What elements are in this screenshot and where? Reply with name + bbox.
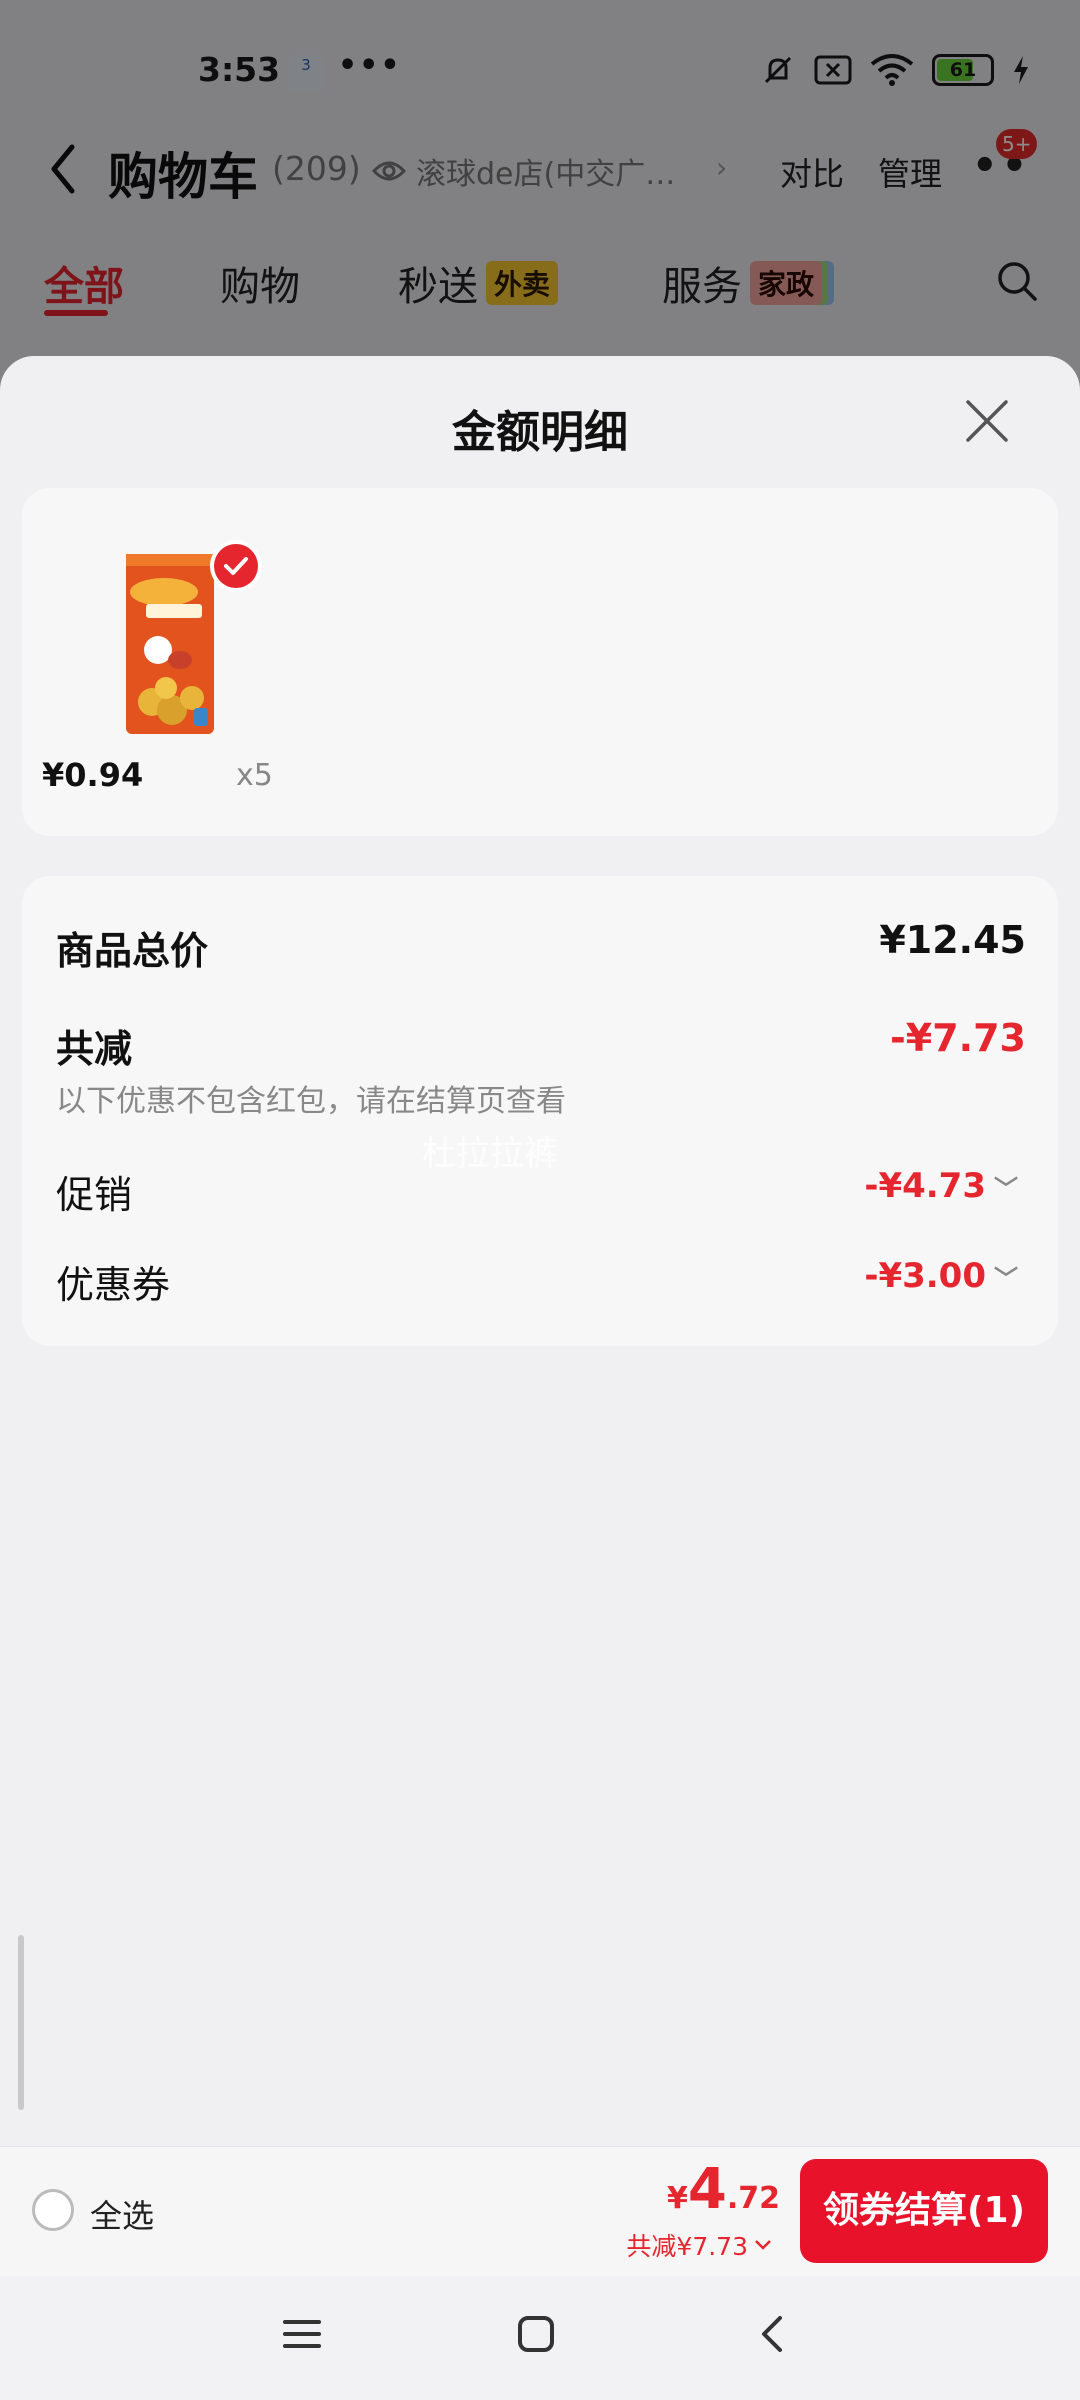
coupon-row[interactable]: -¥3.00 ﹀ — [864, 1256, 1018, 1296]
scrollbar[interactable] — [18, 1935, 24, 2110]
checkout-button[interactable]: 领券结算(1) — [800, 2159, 1048, 2263]
chevron-down-icon: ﹀ — [994, 1264, 1018, 1293]
promotion-row[interactable]: -¥4.73 ﹀ — [864, 1166, 1018, 1206]
chevron-down-icon — [755, 2240, 771, 2250]
promotion-value: -¥4.73 — [864, 1166, 986, 1206]
discount-value: -¥7.73 — [890, 1016, 1026, 1060]
product-selected-checkbox[interactable] — [214, 544, 258, 588]
promotion-label: 促销 — [56, 1173, 133, 1217]
checkmark-icon — [224, 557, 248, 575]
back-nav-icon[interactable] — [756, 2314, 786, 2354]
total-payable: ¥ 4 .72 — [667, 2157, 780, 2222]
home-icon[interactable] — [516, 2314, 556, 2354]
menu-icon[interactable] — [282, 2314, 322, 2354]
coupon-label: 优惠券 — [56, 1263, 171, 1307]
total-price-value: ¥12.45 — [879, 918, 1026, 962]
total-discount-toggle[interactable]: 共减¥7.73 — [626, 2227, 772, 2263]
select-all-label[interactable]: 全选 — [90, 2191, 154, 2237]
total-discount-text: 共减¥7.73 — [626, 2232, 748, 2261]
amount-detail-sheet: 金额明细 ¥0.94 x5 商品总价 ¥12.45 共减 -¥7.73 以下优惠… — [0, 356, 1080, 2146]
close-icon[interactable] — [962, 396, 1012, 446]
chevron-down-icon: ﹀ — [994, 1174, 1018, 1203]
product-card: ¥0.94 x5 — [22, 488, 1058, 836]
product-quantity: x5 — [236, 758, 273, 793]
product-image[interactable] — [122, 552, 218, 736]
system-navigation-bar — [0, 2276, 1080, 2400]
discount-label: 共减 — [56, 1027, 133, 1071]
coupon-value: -¥3.00 — [864, 1256, 986, 1296]
discount-note: 以下优惠不包含红包，请在结算页查看 — [56, 1084, 566, 1119]
watermark: 杜拉拉裤 — [422, 1134, 558, 1174]
checkout-bar: 全选 ¥ 4 .72 共减¥7.73 领券结算(1) — [0, 2146, 1080, 2276]
screen: 3:53 3 ••• 61 购物车 (209) 滚球de店(中交广… › 对比 … — [0, 0, 1080, 2400]
total-price-label: 商品总价 — [56, 929, 209, 973]
sheet-title: 金额明细 — [452, 407, 628, 458]
select-all-checkbox[interactable] — [32, 2189, 74, 2231]
price-summary-card: 商品总价 ¥12.45 共减 -¥7.73 以下优惠不包含红包，请在结算页查看 … — [22, 876, 1058, 1346]
total-integer: 4 — [687, 2157, 727, 2222]
product-price: ¥0.94 — [42, 756, 144, 794]
total-decimal: .72 — [726, 2181, 780, 2216]
total-currency: ¥ — [667, 2181, 688, 2216]
